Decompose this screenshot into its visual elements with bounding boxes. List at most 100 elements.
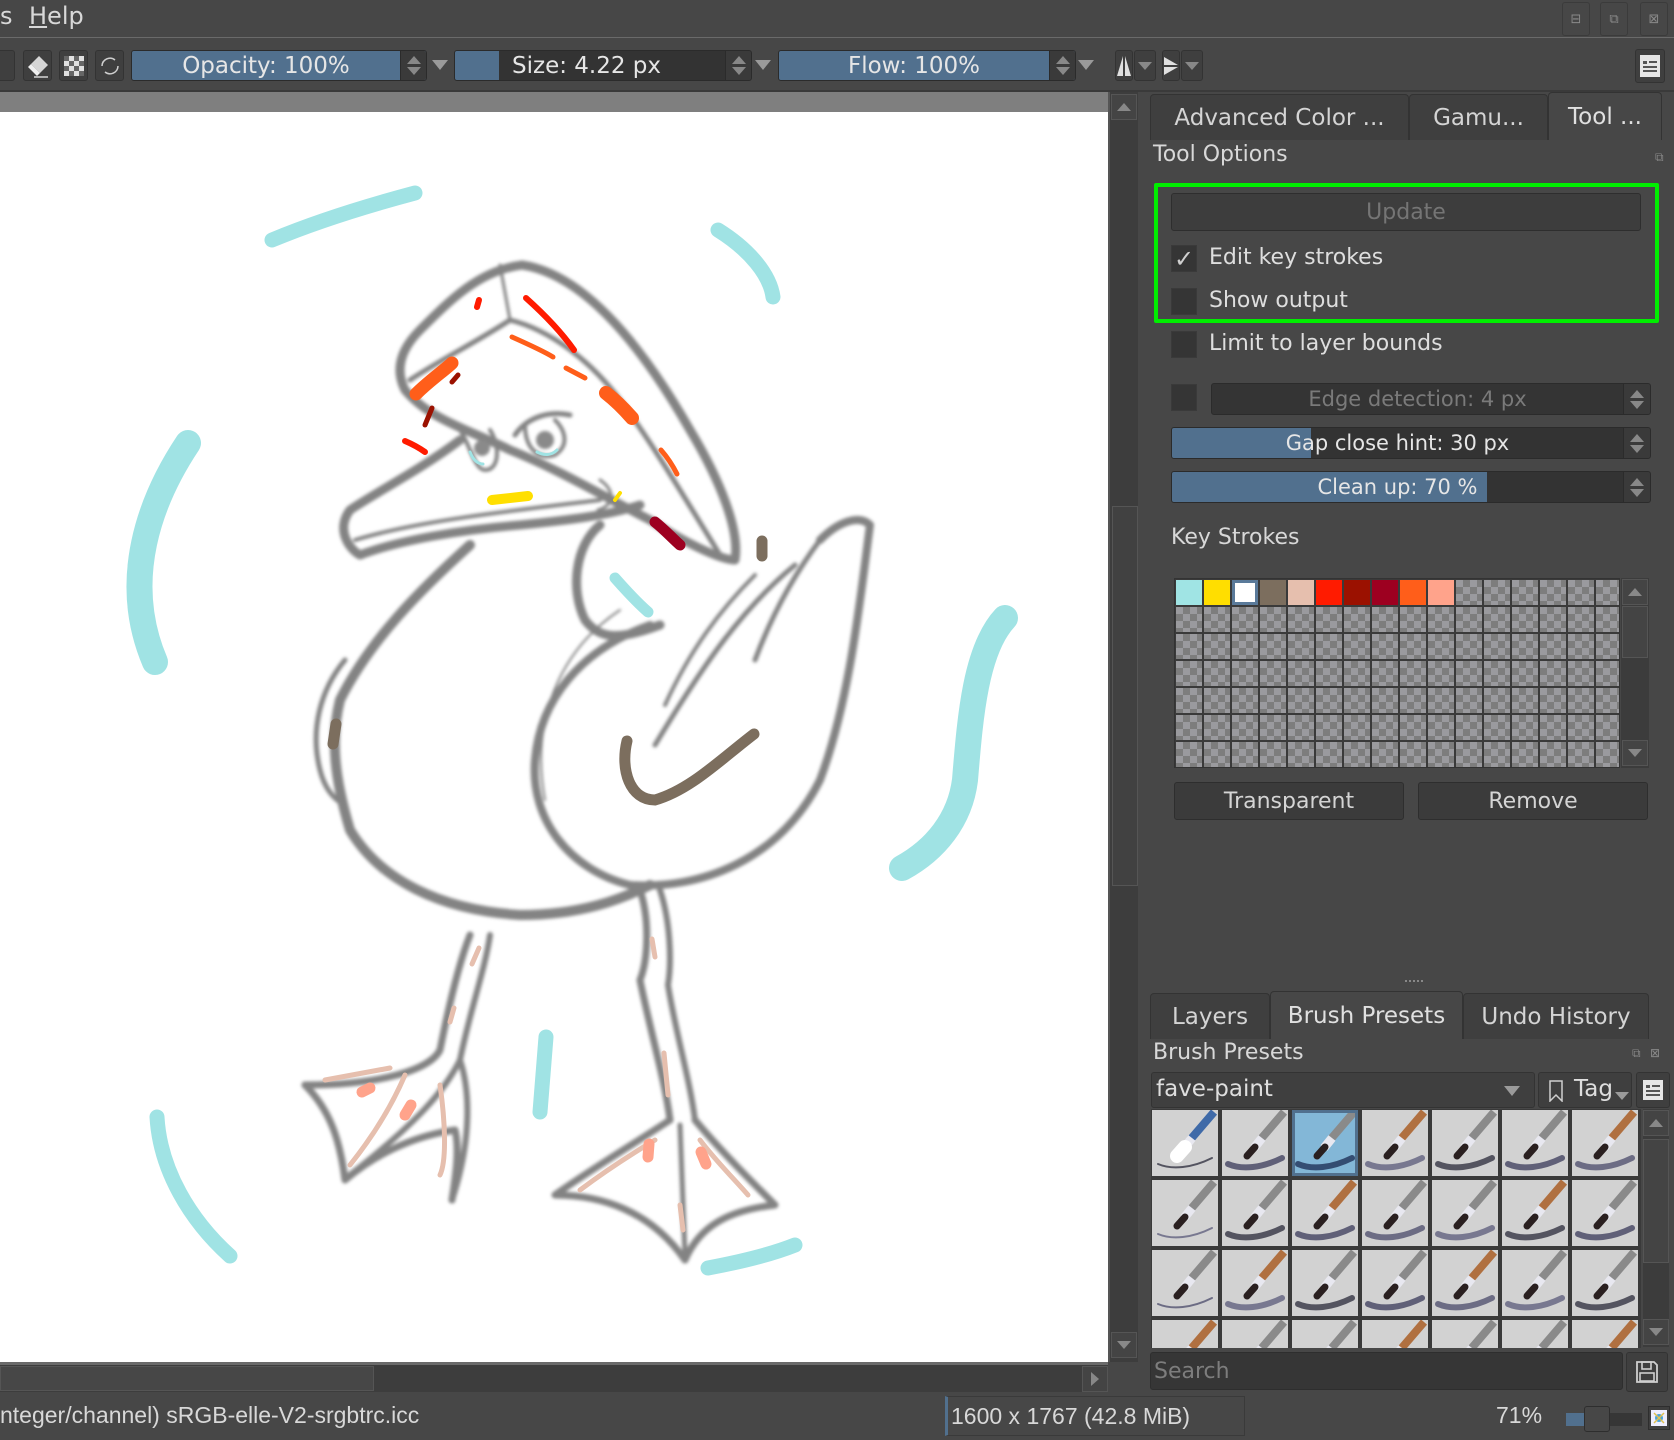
empty-color-swatch[interactable] xyxy=(1343,606,1371,633)
empty-color-swatch[interactable] xyxy=(1483,606,1511,633)
scroll-up-button[interactable] xyxy=(1111,94,1137,120)
opacity-slider[interactable]: Opacity: 100% xyxy=(131,50,427,81)
empty-color-swatch[interactable] xyxy=(1175,606,1203,633)
brush-preset-fan-brush[interactable] xyxy=(1362,1180,1428,1246)
empty-color-swatch[interactable] xyxy=(1567,579,1595,606)
empty-color-swatch[interactable] xyxy=(1287,741,1315,767)
brush-preset-ballpoint-pen[interactable] xyxy=(1292,1110,1358,1176)
brush-preset-eraser[interactable] xyxy=(1152,1110,1218,1176)
brush-preset-marker[interactable] xyxy=(1362,1110,1428,1176)
brush-preset-ink-brush[interactable] xyxy=(1572,1110,1638,1176)
empty-color-swatch[interactable] xyxy=(1287,606,1315,633)
size-spinner[interactable] xyxy=(725,51,751,80)
preserve-alpha-button[interactable] xyxy=(59,50,88,81)
empty-color-swatch[interactable] xyxy=(1539,714,1567,741)
opacity-dropdown-arrow-icon[interactable] xyxy=(432,60,448,70)
empty-color-swatch[interactable] xyxy=(1455,579,1483,606)
empty-color-swatch[interactable] xyxy=(1371,687,1399,714)
docker-splitter-handle[interactable] xyxy=(1405,980,1423,983)
brush-preset-wet-brush[interactable] xyxy=(1502,1320,1568,1348)
size-dropdown-arrow-icon[interactable] xyxy=(755,60,771,70)
brush-preset-brush-22[interactable] xyxy=(1152,1320,1218,1348)
zoom-slider[interactable] xyxy=(1566,1406,1642,1432)
brush-preset-chalk-brush[interactable] xyxy=(1292,1250,1358,1316)
gap-close-hint-slider[interactable]: Gap close hint: 30 px xyxy=(1171,427,1651,459)
empty-color-swatch[interactable] xyxy=(1483,633,1511,660)
eraser-mode-button[interactable] xyxy=(23,50,52,81)
float-docker-icon[interactable]: ⧉ xyxy=(1632,1046,1641,1061)
update-button[interactable]: Update xyxy=(1171,193,1641,231)
empty-color-swatch[interactable] xyxy=(1203,633,1231,660)
brush-preset-brush-23[interactable] xyxy=(1222,1320,1288,1348)
brush-preset-ink-pen[interactable] xyxy=(1502,1110,1568,1176)
brush-preset-pencil[interactable] xyxy=(1432,1110,1498,1176)
flow-spinner[interactable] xyxy=(1049,51,1075,80)
canvas-vertical-scrollbar[interactable] xyxy=(1108,92,1138,1362)
mirror-horizontal-button[interactable] xyxy=(1115,50,1133,81)
brush-preset-wide-flat-brush[interactable] xyxy=(1222,1250,1288,1316)
menu-item-settings[interactable]: s xyxy=(0,2,13,30)
scroll-right-button[interactable] xyxy=(1082,1366,1108,1392)
docker-menu-button[interactable] xyxy=(1635,49,1665,83)
preset-scroll-down[interactable] xyxy=(1643,1319,1669,1345)
empty-color-swatch[interactable] xyxy=(1511,687,1539,714)
brush-preset-textured-brush[interactable] xyxy=(1502,1180,1568,1246)
brush-preset-stamp[interactable] xyxy=(1362,1250,1428,1316)
empty-color-swatch[interactable] xyxy=(1539,660,1567,687)
empty-color-swatch[interactable] xyxy=(1427,606,1455,633)
close-docker-icon[interactable]: ⊠ xyxy=(1650,1046,1660,1060)
empty-color-swatch[interactable] xyxy=(1287,714,1315,741)
empty-color-swatch[interactable] xyxy=(1399,606,1427,633)
size-slider[interactable]: Size: 4.22 px xyxy=(454,50,752,81)
empty-color-swatch[interactable] xyxy=(1455,633,1483,660)
empty-color-swatch[interactable] xyxy=(1399,687,1427,714)
show-output-checkbox[interactable] xyxy=(1171,288,1197,315)
flow-dropdown-arrow-icon[interactable] xyxy=(1078,60,1094,70)
empty-color-swatch[interactable] xyxy=(1315,660,1343,687)
transparent-button[interactable]: Transparent xyxy=(1174,782,1404,820)
key-stroke-color-swatch[interactable] xyxy=(1203,579,1231,606)
brush-preset-dry-brush[interactable] xyxy=(1432,1180,1498,1246)
key-stroke-color-swatch[interactable] xyxy=(1175,579,1203,606)
empty-color-swatch[interactable] xyxy=(1427,741,1455,767)
empty-color-swatch[interactable] xyxy=(1455,606,1483,633)
empty-color-swatch[interactable] xyxy=(1595,714,1619,741)
empty-color-swatch[interactable] xyxy=(1483,687,1511,714)
preset-scroll-up[interactable] xyxy=(1643,1110,1669,1136)
key-stroke-color-swatch[interactable] xyxy=(1231,579,1259,606)
empty-color-swatch[interactable] xyxy=(1287,660,1315,687)
key-stroke-color-swatch[interactable] xyxy=(1287,579,1315,606)
empty-color-swatch[interactable] xyxy=(1455,714,1483,741)
empty-color-swatch[interactable] xyxy=(1455,687,1483,714)
mirror-vertical-button[interactable] xyxy=(1162,50,1180,81)
limit-to-layer-bounds-checkbox[interactable] xyxy=(1171,331,1197,358)
empty-color-swatch[interactable] xyxy=(1539,687,1567,714)
empty-color-swatch[interactable] xyxy=(1231,660,1259,687)
empty-color-swatch[interactable] xyxy=(1287,633,1315,660)
empty-color-swatch[interactable] xyxy=(1343,741,1371,767)
empty-color-swatch[interactable] xyxy=(1595,579,1619,606)
empty-color-swatch[interactable] xyxy=(1427,633,1455,660)
empty-color-swatch[interactable] xyxy=(1231,633,1259,660)
restore-button[interactable]: ⧉ xyxy=(1600,2,1628,36)
tab-layers[interactable]: Layers xyxy=(1150,993,1270,1039)
preset-search-input[interactable] xyxy=(1150,1352,1623,1390)
clean-up-spinner[interactable] xyxy=(1623,472,1650,502)
brush-preset-bristle-brush[interactable] xyxy=(1292,1180,1358,1246)
empty-color-swatch[interactable] xyxy=(1511,579,1539,606)
empty-color-swatch[interactable] xyxy=(1511,741,1539,767)
empty-color-swatch[interactable] xyxy=(1427,687,1455,714)
brush-preset-roller[interactable] xyxy=(1432,1250,1498,1316)
swatch-scroll-down[interactable] xyxy=(1622,740,1648,766)
empty-color-swatch[interactable] xyxy=(1371,714,1399,741)
preset-scroll-thumb[interactable] xyxy=(1643,1139,1669,1263)
empty-color-swatch[interactable] xyxy=(1567,714,1595,741)
empty-color-swatch[interactable] xyxy=(1455,741,1483,767)
empty-color-swatch[interactable] xyxy=(1343,687,1371,714)
empty-color-swatch[interactable] xyxy=(1539,579,1567,606)
empty-color-swatch[interactable] xyxy=(1287,687,1315,714)
key-strokes-scrollbar[interactable] xyxy=(1621,578,1649,768)
remove-button[interactable]: Remove xyxy=(1418,782,1648,820)
empty-color-swatch[interactable] xyxy=(1399,660,1427,687)
tab-gamut-mask[interactable]: Gamu... xyxy=(1409,94,1548,140)
